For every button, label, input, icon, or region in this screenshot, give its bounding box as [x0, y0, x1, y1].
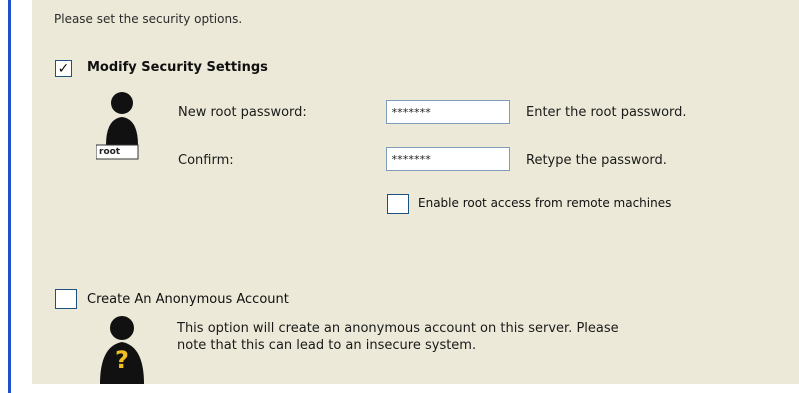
checkmark-icon: ✓ [57, 60, 70, 77]
root-badge-label: root [99, 147, 121, 157]
confirm-password-hint: Retype the password. [526, 153, 667, 168]
anonymous-user-icon: ? [92, 312, 152, 384]
root-user-icon: root [95, 85, 144, 165]
new-password-hint: Enter the root password. [526, 105, 687, 120]
new-password-input[interactable] [386, 100, 510, 124]
confirm-password-input[interactable] [386, 147, 510, 171]
confirm-password-label: Confirm: [178, 153, 234, 168]
remote-root-access-label: Enable root access from remote machines [418, 196, 672, 210]
remote-root-access-checkbox[interactable] [387, 194, 409, 214]
anonymous-account-checkbox[interactable] [55, 289, 77, 309]
new-password-label: New root password: [178, 105, 307, 120]
anonymous-description-line1: This option will create an anonymous acc… [177, 321, 619, 336]
question-mark-icon: ? [115, 346, 129, 374]
intro-text: Please set the security options. [54, 12, 243, 26]
anonymous-description-line2: note that this can lead to an insecure s… [177, 338, 477, 353]
modify-security-label: Modify Security Settings [87, 60, 268, 75]
modify-security-checkbox[interactable]: ✓ [55, 60, 72, 77]
anonymous-description: This option will create an anonymous acc… [177, 320, 619, 354]
anonymous-account-label: Create An Anonymous Account [87, 292, 289, 307]
window-left-border [0, 0, 12, 393]
security-options-panel: Please set the security options. ✓ Modif… [32, 0, 799, 384]
